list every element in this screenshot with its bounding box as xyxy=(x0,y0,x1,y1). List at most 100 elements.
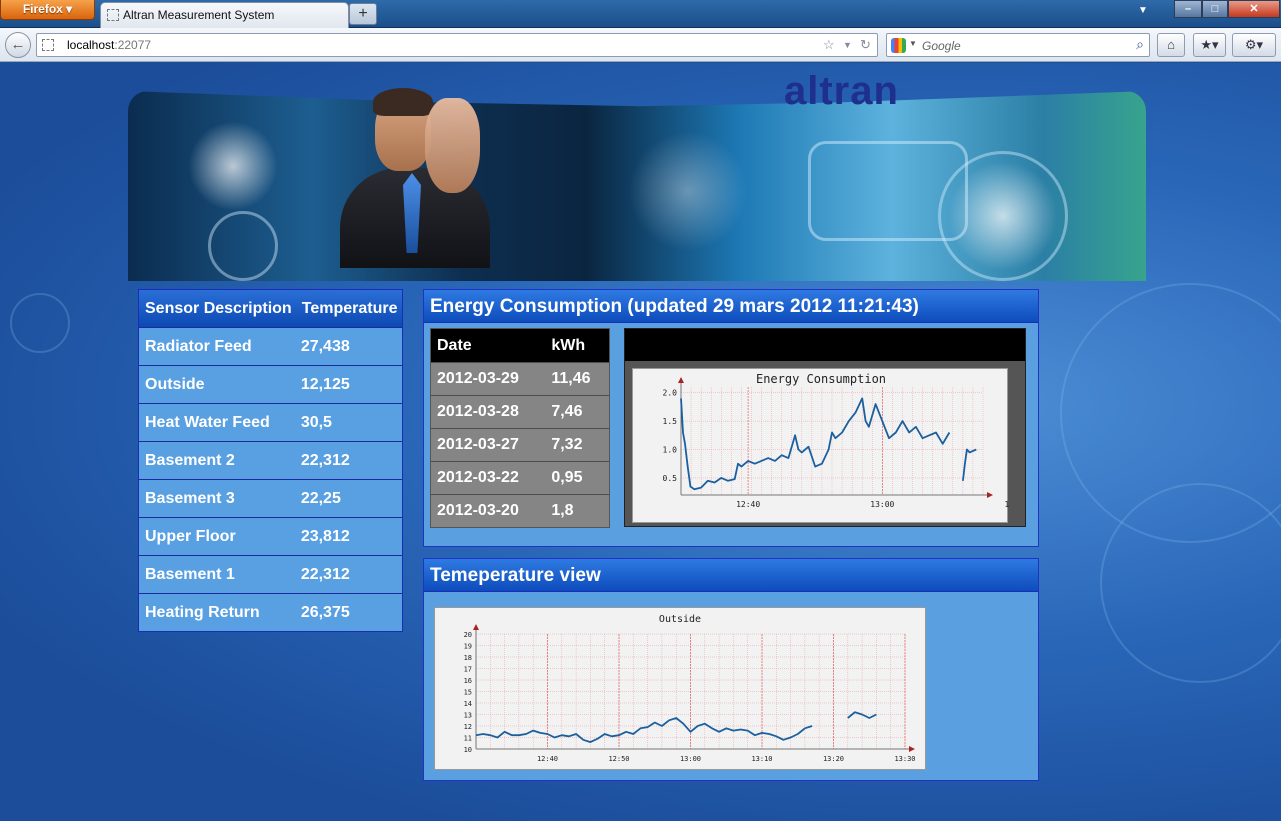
bookmark-star-icon[interactable]: ☆ xyxy=(823,37,835,53)
energy-table-header: Date kWh xyxy=(431,329,609,362)
y-tick-label: 20 xyxy=(464,631,472,639)
url-bar[interactable]: localhost:22077 ☆ ▼ ↻ xyxy=(36,33,878,57)
series-line xyxy=(847,711,877,719)
search-bar[interactable]: ▼ Google ⌕ xyxy=(886,33,1150,57)
header-banner xyxy=(128,91,1146,281)
y-axis-arrow xyxy=(473,624,479,630)
y-tick-label: 13 xyxy=(464,712,472,720)
energy-kwh: 1,8 xyxy=(551,502,574,519)
sensor-value: 26,375 xyxy=(300,603,350,621)
temperature-chart-image: Outside 10 11 12 13 14 15 16 17 18 19 20 12:40 12:50 1… xyxy=(434,607,926,770)
navigation-toolbar: ← localhost:22077 ☆ ▼ ↻ ▼ Google ⌕ ⌂ ★▾ … xyxy=(0,28,1281,62)
sensor-value: 30,5 xyxy=(300,413,332,431)
banner-ring xyxy=(208,211,278,281)
sensor-value: 22,25 xyxy=(300,489,341,507)
energy-panel: Energy Consumption (updated 29 mars 2012… xyxy=(423,289,1039,547)
search-input[interactable]: Google xyxy=(922,39,961,53)
sensor-table-header: Sensor Description Temperature xyxy=(139,290,402,327)
altran-logo: altran xyxy=(784,69,899,113)
new-tab-button[interactable]: + xyxy=(349,3,377,25)
y-tick-label: 12 xyxy=(464,723,472,731)
temperature-panel-title: Temeperature view xyxy=(424,559,1038,592)
home-button[interactable]: ⌂ xyxy=(1157,33,1185,57)
energy-date: 2012-03-22 xyxy=(437,469,519,486)
background-decoration xyxy=(1100,483,1281,683)
sensor-name: Basement 1 xyxy=(145,565,235,583)
bookmarks-button[interactable]: ★▾ xyxy=(1193,33,1226,57)
tab-list-icon[interactable]: ▼ xyxy=(1138,5,1148,16)
table-row: Heating Return 26,375 xyxy=(139,593,402,631)
y-tick-label: 2.0 xyxy=(663,389,678,398)
table-row: Basement 3 22,25 xyxy=(139,479,402,517)
y-tick-label: 14 xyxy=(464,700,472,708)
search-icon[interactable]: ⌕ xyxy=(1136,36,1144,53)
x-tick-label: 13:20 xyxy=(823,755,844,763)
table-row: 2012-03-29 11,46 xyxy=(431,362,609,395)
maximize-button[interactable]: □ xyxy=(1202,0,1228,18)
energy-consumption-chart: Energy Consumption 0.5 1.0 1.5 2.0 12:40 13:00… xyxy=(663,372,1029,509)
y-tick-label: 0.5 xyxy=(663,474,678,483)
x-axis-arrow xyxy=(987,492,993,498)
x-tick-label: 13:10 xyxy=(751,755,772,763)
google-engine-icon[interactable] xyxy=(891,38,906,53)
table-row: 2012-03-22 0,95 xyxy=(431,461,609,494)
y-tick-label: 10 xyxy=(464,746,472,754)
banner-person-image xyxy=(325,88,495,268)
energy-kwh: 11,46 xyxy=(551,370,591,387)
y-tick-label: 1.5 xyxy=(663,417,678,426)
series-line xyxy=(962,448,977,481)
x-tick-label: 12:50 xyxy=(608,755,629,763)
banner-glow xyxy=(628,131,748,251)
hair xyxy=(373,88,433,116)
addon-button[interactable]: ⚙▾ xyxy=(1232,33,1276,57)
banner-frame xyxy=(808,141,968,241)
column-header-date: Date xyxy=(437,336,472,354)
table-row: 2012-03-20 1,8 xyxy=(431,494,609,527)
y-tick-label: 17 xyxy=(464,666,472,674)
x-tick-label: 12:40 xyxy=(537,755,558,763)
url-text[interactable]: localhost:22077 xyxy=(67,38,151,52)
reload-icon[interactable]: ↻ xyxy=(860,37,871,53)
window-titlebar: Firefox ▾ Altran Measurement System + ▼ … xyxy=(0,0,1281,28)
energy-table: Date kWh 2012-03-29 11,46 2012-03-28 7,46 … xyxy=(430,328,610,528)
history-dropdown-icon[interactable]: ▼ xyxy=(843,40,852,50)
page-viewport: altran Sensor Description Temperature Ra… xyxy=(0,63,1281,821)
banner-glow xyxy=(188,121,278,211)
browser-tab[interactable]: Altran Measurement System xyxy=(100,2,349,28)
table-row: Basement 1 22,312 xyxy=(139,555,402,593)
sensor-name: Basement 3 xyxy=(145,489,235,507)
energy-date: 2012-03-28 xyxy=(437,403,519,420)
sensor-name: Heating Return xyxy=(145,603,260,621)
column-header-sensor: Sensor Description xyxy=(145,299,292,317)
x-tick-label: 12:40 xyxy=(736,500,760,509)
energy-kwh: 7,46 xyxy=(551,403,583,420)
table-row: Basement 2 22,312 xyxy=(139,441,402,479)
outside-temperature-chart: Outside 10 11 12 13 14 15 16 17 18 19 20 12:40 12:50 1… xyxy=(464,614,916,763)
table-row: Upper Floor 23,812 xyxy=(139,517,402,555)
y-tick-label: 11 xyxy=(464,735,472,743)
column-header-kwh: kWh xyxy=(551,336,586,354)
x-tick-label: 13:20 xyxy=(1005,500,1009,509)
table-row: Heat Water Feed 30,5 xyxy=(139,403,402,441)
close-button[interactable]: ✕ xyxy=(1228,0,1280,18)
minimize-button[interactable]: – xyxy=(1174,0,1202,18)
energy-chart-image: Energy Consumption 0.5 1.0 1.5 2.0 12:40 13:00… xyxy=(632,368,1029,523)
sensor-name: Heat Water Feed xyxy=(145,413,270,431)
back-button[interactable]: ← xyxy=(5,32,31,58)
background-decoration xyxy=(10,293,70,353)
energy-kwh: 7,32 xyxy=(551,436,583,453)
energy-kwh: 0,95 xyxy=(551,469,583,486)
y-axis-arrow xyxy=(678,377,684,383)
sensor-name: Outside xyxy=(145,375,205,393)
x-tick-label: 13:00 xyxy=(870,500,894,509)
energy-chart-frame: Energy Consumption 0.5 1.0 1.5 2.0 12:40 13:00… xyxy=(624,328,1029,527)
site-identity-icon[interactable] xyxy=(42,39,54,51)
energy-date: 2012-03-27 xyxy=(437,436,519,453)
sensor-value: 23,812 xyxy=(300,527,350,545)
x-axis-arrow xyxy=(909,746,915,752)
y-tick-label: 19 xyxy=(464,643,472,651)
engine-dropdown-icon[interactable]: ▼ xyxy=(909,39,917,48)
energy-date: 2012-03-20 xyxy=(437,502,519,519)
sensor-value: 27,438 xyxy=(300,337,350,355)
firefox-menu-button[interactable]: Firefox ▾ xyxy=(0,0,95,20)
